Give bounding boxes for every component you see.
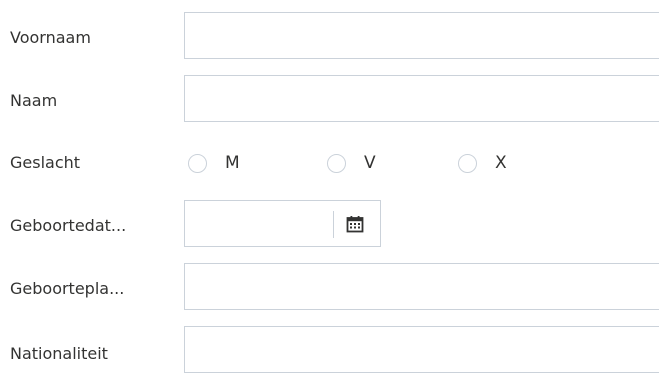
last-name-row: Naam <box>0 63 659 122</box>
gender-label: Geslacht <box>10 153 81 172</box>
gender-option-m[interactable]: M <box>188 152 240 174</box>
radio-m-label: M <box>225 153 240 173</box>
radio-v-label: V <box>364 153 376 173</box>
last-name-field[interactable] <box>184 75 659 122</box>
birth-place-row: Geboortepla... <box>0 251 659 310</box>
radio-x[interactable] <box>458 153 477 173</box>
person-form: Voornaam Naam Geslacht M V X Geboortedat… <box>0 0 659 373</box>
date-divider <box>333 211 334 238</box>
first-name-label: Voornaam <box>10 28 91 47</box>
radio-m[interactable] <box>188 153 207 173</box>
birth-date-field[interactable] <box>184 200 381 247</box>
nationality-label: Nationaliteit <box>10 344 108 363</box>
calendar-icon[interactable] <box>346 215 364 233</box>
birth-date-row: Geboortedat... <box>0 188 659 247</box>
birth-place-label: Geboortepla... <box>10 279 125 298</box>
last-name-label: Naam <box>10 91 58 110</box>
nationality-row: Nationaliteit <box>0 314 659 373</box>
first-name-row: Voornaam <box>0 0 659 59</box>
radio-v[interactable] <box>327 153 346 173</box>
gender-option-v[interactable]: V <box>327 152 376 174</box>
radio-x-label: X <box>495 153 507 173</box>
gender-option-x[interactable]: X <box>458 152 507 174</box>
birth-date-label: Geboortedat... <box>10 216 127 235</box>
first-name-field[interactable] <box>184 12 659 59</box>
birth-place-field[interactable] <box>184 263 659 310</box>
nationality-field[interactable] <box>184 326 659 373</box>
